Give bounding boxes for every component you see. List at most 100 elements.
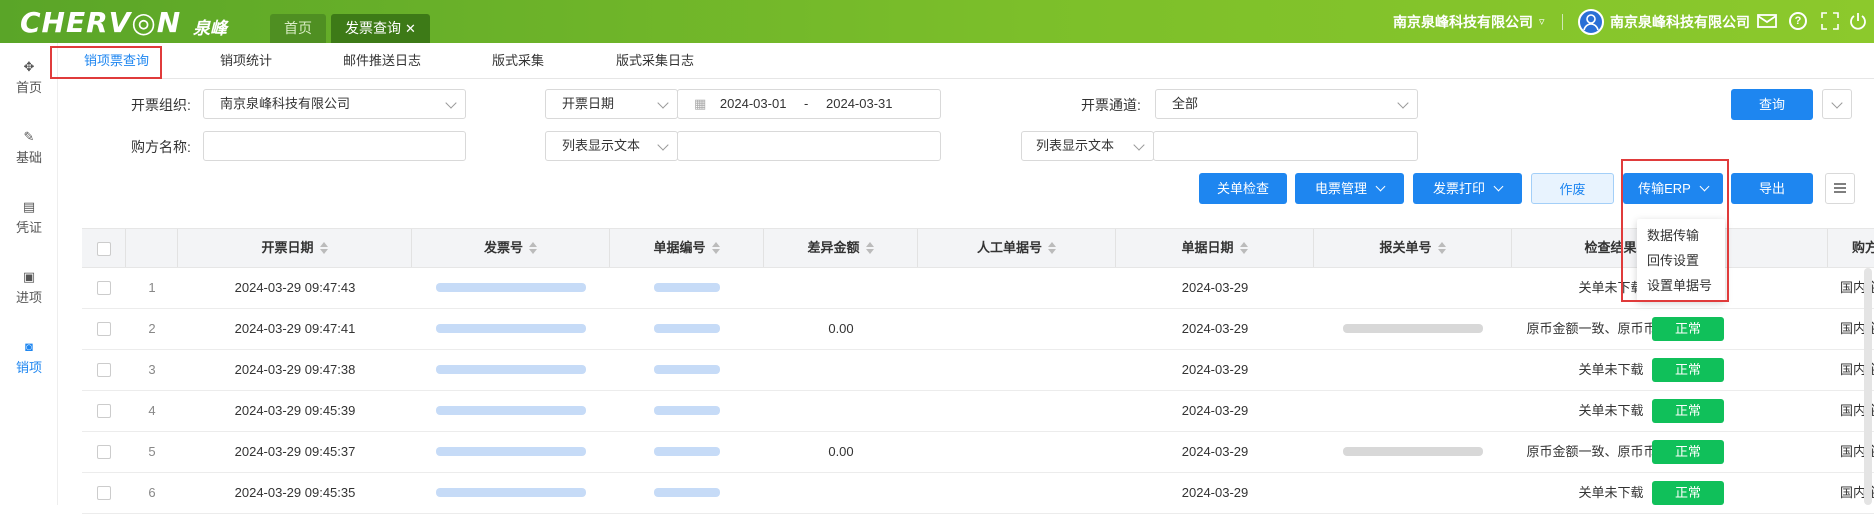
select-all-checkbox[interactable] [97,242,111,256]
col-manual-doc-no[interactable]: 人工单据号 [918,229,1116,267]
redacted-value [654,365,720,374]
chevron-down-icon [1397,97,1409,109]
manual-doc-no-cell [918,391,1116,431]
invoice-print-button[interactable]: 发票打印 [1413,173,1522,204]
cell-date: 2024-03-29 09:45:37 [234,444,356,459]
customs-no-cell [1314,432,1512,472]
close-icon[interactable]: ✕ [405,21,416,36]
cell-no: 4 [148,403,156,418]
tab-mail-log[interactable]: 邮件推送日志 [343,43,421,79]
list-settings-icon [1834,183,1846,193]
expand-filter-button[interactable] [1822,89,1852,119]
tab-output-stats[interactable]: 销项统计 [220,43,272,79]
table-row[interactable]: 32024-03-29 09:47:382024-03-29关单未下载正常国内企… [82,350,1874,391]
help-icon[interactable]: ? [1789,12,1807,30]
column-settings-button[interactable] [1825,173,1855,204]
sub-tab-bar: 销项票查询 销项统计 邮件推送日志 版式采集 版式采集日志 [58,43,1874,79]
redacted-cell [610,268,764,308]
row-checkbox[interactable] [97,445,111,459]
col-invoice-no[interactable]: 发票号 [412,229,610,267]
row-checkbox[interactable] [97,404,111,418]
power-icon[interactable] [1849,11,1867,31]
channel-select[interactable]: 全部 [1155,89,1418,119]
row-checkbox[interactable] [97,363,111,377]
cell-diff: 0.00 [828,321,854,336]
col-diff-amount[interactable]: 差异金额 [764,229,918,267]
redacted-value [654,406,720,415]
cell-no: 5 [148,444,156,459]
vertical-scrollbar[interactable] [1864,268,1872,505]
sort-icon [865,242,874,254]
status-badge: 正常 [1652,358,1724,382]
date-type-select[interactable]: 开票日期 [545,89,678,119]
row-checkbox[interactable] [97,486,111,500]
row-select-cell [82,391,126,431]
pen-icon: ✎ [23,129,35,144]
company-selector[interactable]: 南京泉峰科技有限公司 ▿ [1393,0,1545,43]
cell-diff: 0.00 [828,444,854,459]
date-range-picker[interactable]: ▦ 2024-03-01 - 2024-03-31 [677,89,941,119]
table-row[interactable]: 2 2024-03-29 09:47:41 0.00 2024-03-29 原币金额一致… [82,309,1874,350]
redacted-cell [610,473,764,513]
tab-layout-collect[interactable]: 版式采集 [492,43,544,79]
sidebar-item-output[interactable]: ◙ 销项 [0,339,58,376]
col-buyer-type[interactable]: 购方性质 [1828,229,1874,267]
avatar-icon [1578,8,1604,35]
redacted-cell [610,350,764,390]
row-select-cell [82,350,126,390]
table-row[interactable]: 42024-03-29 09:45:392024-03-29关单未下载正常国内企… [82,391,1874,432]
top-tab-home[interactable]: 首页 [270,14,326,43]
cell-no: 1 [148,280,156,295]
cell-bill-date: 2024-03-29 [1181,280,1249,295]
void-button[interactable]: 作废 [1531,173,1614,204]
chevron-down-icon [1493,181,1504,192]
sidebar-item-basic[interactable]: ✎ 基础 [0,129,58,166]
status-badge: 正常 [1652,399,1724,423]
redacted-cell [610,432,764,472]
table-row[interactable]: 12024-03-29 09:47:432024-03-29关单未下载正常国内企… [82,268,1874,309]
sort-icon [1048,242,1056,254]
query-button[interactable]: 查询 [1731,89,1813,120]
list-text-input-1[interactable] [677,131,941,161]
col-document-date[interactable]: 单据日期 [1116,229,1314,267]
col-index [126,229,178,267]
cell-date: 2024-03-29 09:47:41 [234,321,356,336]
divider [1562,14,1563,30]
export-button[interactable]: 导出 [1731,173,1813,204]
col-invoice-date[interactable]: 开票日期 [178,229,412,267]
col-customs-no[interactable]: 报关单号 [1314,229,1512,267]
chevron-down-icon [1375,181,1386,192]
chevron-down-icon [445,97,457,109]
row-checkbox[interactable] [97,322,111,336]
redacted-cell [610,391,764,431]
buyer-input[interactable] [203,131,466,161]
tab-layout-collect-log[interactable]: 版式采集日志 [616,43,694,79]
top-bar: CHERV◎N 泉峰 首页 发票查询 ✕ 南京泉峰科技有限公司 ▿ 南京泉峰科技有… [0,0,1874,43]
e-invoice-manage-button[interactable]: 电票管理 [1295,173,1404,204]
list-text-select-2[interactable]: 列表显示文本 [1021,131,1154,161]
fullscreen-icon[interactable] [1821,12,1839,30]
sort-icon [529,242,537,254]
redacted-value [436,324,586,333]
customs-check-button[interactable]: 关单检查 [1199,173,1287,204]
row-checkbox[interactable] [97,281,111,295]
table-row[interactable]: 62024-03-29 09:45:352024-03-29关单未下载正常国内企… [82,473,1874,514]
brand-logo: CHERV◎N [20,6,182,39]
cell-date: 2024-03-29 09:45:35 [234,485,356,500]
list-text-select-1[interactable]: 列表显示文本 [545,131,678,161]
chevron-down-icon [1133,139,1145,151]
customs-no-cell [1314,350,1512,390]
redacted-cell [412,268,610,308]
sidebar-item-voucher[interactable]: ▤ 凭证 [0,199,58,236]
sort-icon [711,242,720,254]
top-tab-invoice-query[interactable]: 发票查询 ✕ [331,14,430,43]
list-text-input-2[interactable] [1153,131,1418,161]
table-row[interactable]: 5 2024-03-29 09:45:37 0.00 2024-03-29 原币金额一致… [82,432,1874,473]
redacted-value [436,406,586,415]
mail-icon[interactable] [1757,13,1777,29]
col-document-no[interactable]: 单据编号 [610,229,764,267]
sidebar-item-input[interactable]: ▣ 进项 [0,269,58,306]
cell-bill-date: 2024-03-29 [1181,362,1249,377]
org-select[interactable]: 南京泉峰科技有限公司 [203,89,466,119]
user-menu[interactable]: 南京泉峰科技有限公司 [1578,0,1750,43]
